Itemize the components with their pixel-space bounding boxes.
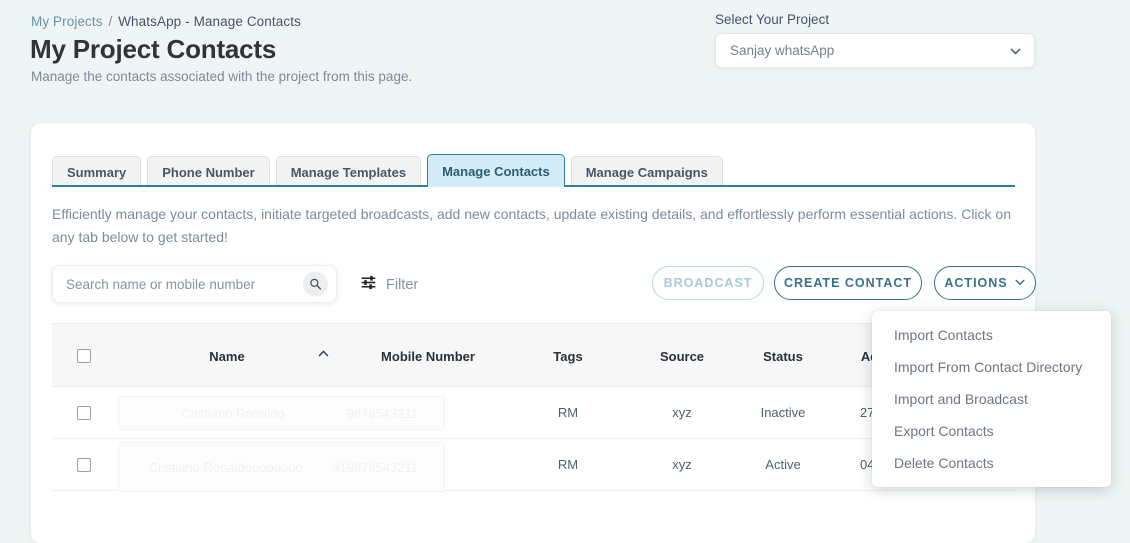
row-name-mobile-field[interactable]: Cristiano Ronaldoooooooo 919876543211 [118, 442, 445, 492]
actions-dropdown-menu: Import Contacts Import From Contact Dire… [872, 311, 1111, 487]
filter-control[interactable]: Filter [360, 274, 418, 296]
chevron-down-icon [1009, 44, 1022, 57]
row-tags-value: RM [557, 405, 579, 420]
page-title: My Project Contacts [30, 34, 277, 64]
menu-item-export-contacts[interactable]: Export Contacts [872, 415, 1111, 447]
page-subtitle: Manage the contacts associated with the … [31, 69, 413, 84]
breadcrumb-separator: / [108, 14, 113, 29]
actions-button[interactable]: ACTIONS [934, 266, 1036, 300]
menu-item-delete-contacts[interactable]: Delete Contacts [872, 447, 1111, 479]
row-checkbox[interactable] [77, 405, 91, 420]
row-status-value: Active [765, 457, 801, 472]
project-select-value: Sanjay whatsApp [730, 43, 835, 58]
tab-phone-number[interactable]: Phone Number [147, 156, 270, 187]
row-name-value: Cristiano Ronaldo [181, 405, 285, 421]
search-icon[interactable] [303, 271, 328, 297]
row-tags-value: RM [557, 457, 579, 472]
tab-manage-templates[interactable]: Manage Templates [275, 156, 422, 187]
column-header-mobile-number[interactable]: Mobile Number [342, 324, 514, 388]
table-row[interactable]: Cristiano Ronaldoooooooo 919876543211 RM… [52, 439, 1015, 492]
filter-sliders-icon [360, 274, 377, 296]
menu-item-import-from-contact-directory[interactable]: Import From Contact Directory [872, 351, 1111, 383]
tab-summary[interactable]: Summary [52, 156, 142, 187]
table-row[interactable]: Cristiano Ronaldo 9876543211 RM xyz Inac… [52, 387, 1015, 439]
row-status-value: Inactive [760, 405, 806, 420]
row-select-cell [56, 387, 112, 438]
row-mobile-value: 919876543211 [332, 459, 418, 475]
row-name-mobile-field[interactable]: Cristiano Ronaldo 9876543211 [118, 396, 445, 430]
create-contact-button[interactable]: CREATE CONTACT [774, 266, 922, 300]
tab-manage-campaigns[interactable]: Manage Campaigns [570, 156, 723, 187]
project-picker: Select Your Project Sanjay whatsApp [715, 12, 1035, 68]
tab-manage-contacts[interactable]: Manage Contacts [427, 154, 565, 187]
row-select-cell [56, 439, 112, 490]
project-picker-label: Select Your Project [715, 12, 830, 27]
caret-up-icon[interactable] [305, 324, 341, 388]
broadcast-button[interactable]: BROADCAST [652, 266, 764, 300]
column-header-mobile-number-label: Mobile Number [381, 348, 475, 364]
column-header-name-label: Name [209, 348, 245, 364]
project-select[interactable]: Sanjay whatsApp [715, 33, 1035, 68]
menu-item-import-contacts[interactable]: Import Contacts [872, 319, 1111, 351]
actions-button-label: ACTIONS [944, 276, 1008, 290]
column-header-source-label: Source [659, 348, 705, 364]
card-description: Efficiently manage your contacts, initia… [52, 206, 1011, 245]
breadcrumb: My Projects / WhatsApp - Manage Contacts [31, 14, 301, 29]
tab-bar: Summary Phone Number Manage Templates Ma… [52, 153, 1015, 187]
row-mobile-value: 9876543211 [346, 405, 418, 421]
search-input[interactable] [53, 267, 293, 301]
row-checkbox[interactable] [77, 457, 91, 472]
row-name-value: Cristiano Ronaldoooooooo [148, 459, 303, 475]
page-header: My Projects / WhatsApp - Manage Contacts… [0, 0, 1130, 112]
table-header-row: Name Mobile Number Tags Source Status Ad… [52, 323, 1015, 387]
search-box [52, 265, 337, 303]
filter-label: Filter [386, 277, 419, 293]
breadcrumb-link-my-projects[interactable]: My Projects [31, 14, 103, 29]
chevron-down-icon [1014, 276, 1026, 291]
select-all-checkbox[interactable] [77, 349, 91, 363]
column-header-tags[interactable]: Tags [514, 324, 622, 388]
column-header-tags-label: Tags [553, 348, 583, 364]
column-header-status-label: Status [763, 348, 803, 364]
contacts-table: Name Mobile Number Tags Source Status Ad… [52, 323, 1015, 492]
contacts-toolbar: Filter BROADCAST CREATE CONTACT ACTIONS [52, 265, 1036, 305]
select-all-cell [56, 324, 112, 388]
column-header-status[interactable]: Status [724, 324, 842, 388]
breadcrumb-current: WhatsApp - Manage Contacts [118, 14, 301, 29]
menu-item-import-and-broadcast[interactable]: Import and Broadcast [872, 383, 1111, 415]
